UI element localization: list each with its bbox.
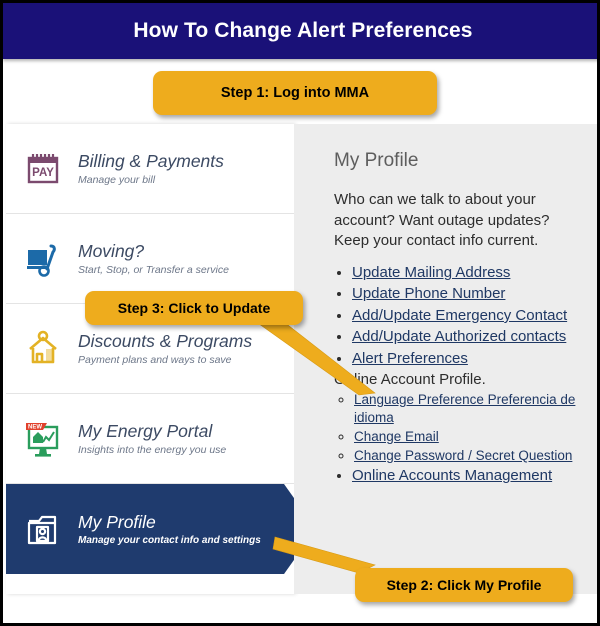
callout-step-1[interactable]: Step 1: Log into MMA — [153, 71, 437, 115]
sidebar-item-billing-payments[interactable]: PAY Billing & Payments Manage your bill — [6, 124, 294, 214]
sidebar-item-subtitle: Insights into the energy you use — [78, 444, 227, 457]
link-update-mailing-address[interactable]: Update Mailing Address — [352, 264, 510, 281]
sidebar-item-text: My Profile Manage your contact info and … — [72, 512, 261, 546]
sidebar-item-title: My Profile — [78, 511, 156, 532]
sidebar-item-my-energy-portal[interactable]: NEW My Energy Portal Insights into the e… — [6, 394, 294, 484]
link-alert-preferences[interactable]: Alert Preferences — [352, 350, 468, 367]
pay-calendar-icon: PAY — [14, 141, 72, 197]
sidebar-item-title: Moving? — [78, 240, 145, 261]
label-online-account-profile: Online Account Profile. — [334, 371, 486, 389]
list-item: Alert Preferences — [352, 350, 589, 369]
list-item: Update Mailing Address — [352, 264, 589, 283]
sidebar-item-subtitle: Start, Stop, or Transfer a service — [78, 264, 229, 277]
link-add-update-emergency-contact[interactable]: Add/Update Emergency Contact — [352, 307, 567, 324]
list-item: Change Password / Secret Question — [354, 447, 589, 465]
list-item: Add/Update Authorized contacts — [352, 328, 589, 347]
list-item: Update Phone Number — [352, 285, 589, 304]
house-icon — [14, 321, 72, 377]
panel-intro-text: Who can we talk to about your account? W… — [334, 191, 550, 250]
online-account-profile-sublist: Language Preference Preferencia de idiom… — [334, 391, 589, 465]
svg-text:NEW: NEW — [28, 424, 42, 430]
folder-person-icon — [14, 501, 72, 557]
profile-panel: My Profile Who can we talk to about your… — [294, 124, 597, 594]
page-title: How To Change Alert Preferences — [133, 19, 473, 42]
tutorial-screenshot: How To Change Alert Preferences PAY Bill… — [0, 0, 600, 626]
list-item: Online Account Profile. Language Prefere… — [334, 371, 589, 465]
sidebar-item-subtitle: Manage your bill — [78, 174, 156, 187]
link-language-preference[interactable]: Language Preference Preferencia de idiom… — [354, 392, 575, 425]
link-change-email[interactable]: Change Email — [354, 429, 439, 444]
sidebar-item-text: Discounts & Programs Payment plans and w… — [72, 331, 252, 366]
link-change-password-secret-question[interactable]: Change Password / Secret Question — [354, 448, 572, 463]
content-area: PAY Billing & Payments Manage your bill — [6, 124, 597, 594]
profile-link-list: Update Mailing Address Update Phone Numb… — [334, 264, 589, 486]
list-item: Online Accounts Management — [352, 467, 589, 486]
page-header: How To Change Alert Preferences — [3, 3, 597, 59]
sidebar-nav: PAY Billing & Payments Manage your bill — [6, 124, 316, 594]
sidebar-item-text: My Energy Portal Insights into the energ… — [72, 421, 226, 456]
monitor-chart-new-icon: NEW — [14, 411, 72, 467]
list-item: Language Preference Preferencia de idiom… — [354, 391, 589, 427]
sidebar-item-text: Billing & Payments Manage your bill — [72, 151, 224, 186]
callout-step-2[interactable]: Step 2: Click My Profile — [355, 568, 573, 602]
sidebar-item-text: Moving? Start, Stop, or Transfer a servi… — [72, 241, 229, 276]
callout-step-3[interactable]: Step 3: Click to Update — [85, 291, 303, 325]
hand-truck-icon — [14, 231, 72, 287]
link-online-accounts-management[interactable]: Online Accounts Management — [352, 467, 552, 484]
list-item: Add/Update Emergency Contact — [352, 307, 589, 326]
list-item: Change Email — [354, 428, 589, 446]
sidebar-item-subtitle: Payment plans and ways to save — [78, 354, 232, 367]
sidebar-item-my-profile[interactable]: My Profile Manage your contact info and … — [6, 484, 316, 574]
sidebar-item-title: Discounts & Programs — [78, 330, 253, 351]
link-add-update-authorized-contacts[interactable]: Add/Update Authorized contacts — [352, 328, 566, 345]
sidebar-item-title: Billing & Payments — [78, 150, 224, 171]
sidebar-item-title: My Energy Portal — [78, 420, 213, 441]
panel-title: My Profile — [334, 150, 419, 171]
svg-text:PAY: PAY — [32, 167, 54, 179]
link-update-phone-number[interactable]: Update Phone Number — [352, 285, 505, 302]
sidebar-item-subtitle: Manage your contact info and settings — [78, 535, 261, 547]
